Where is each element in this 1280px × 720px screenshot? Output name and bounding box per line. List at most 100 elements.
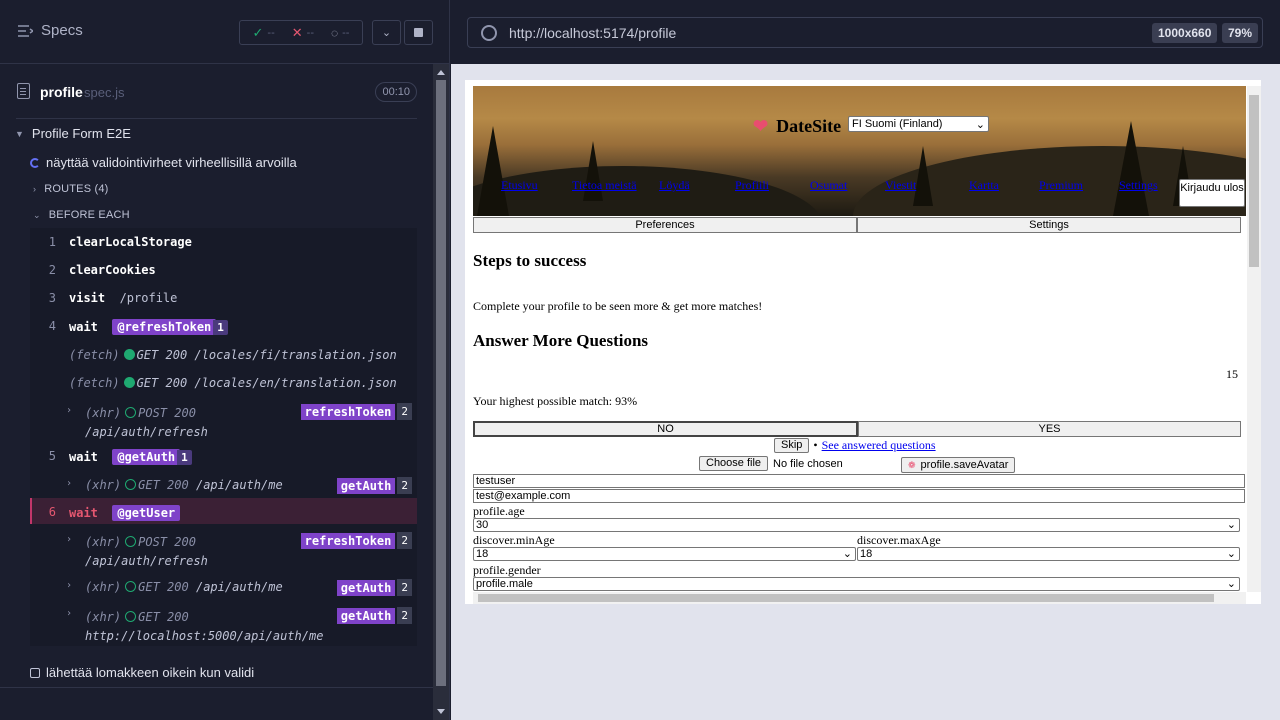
xhr-status-icon bbox=[125, 611, 137, 622]
email-field[interactable]: test@example.com bbox=[473, 489, 1245, 503]
pending-stat: ◌ -- bbox=[331, 25, 350, 40]
options-button[interactable]: ⌄ bbox=[372, 20, 401, 45]
username-field[interactable]: testuser bbox=[473, 474, 1245, 488]
test-pending[interactable]: lähettää lomakkeen oikein kun validi bbox=[30, 665, 254, 680]
alias-badge: @getUser bbox=[112, 505, 181, 521]
tab-settings[interactable]: Settings bbox=[857, 217, 1241, 233]
max-age-select[interactable]: 18 ⌄ bbox=[857, 547, 1240, 561]
chevron-right-icon[interactable]: › bbox=[66, 478, 72, 489]
answered-questions-link[interactable]: See answered questions bbox=[822, 438, 936, 453]
chevron-right-icon: › bbox=[33, 184, 37, 194]
site-logo[interactable]: ❤ DateSite bbox=[753, 116, 841, 137]
before-each-toggle[interactable]: ⌄ BEFORE EACH bbox=[33, 209, 130, 221]
command-row[interactable]: 1 clearLocalStorage bbox=[30, 235, 417, 255]
reporter-scrollbar[interactable] bbox=[433, 64, 449, 720]
page-vscrollbar[interactable] bbox=[1247, 86, 1261, 592]
test-running[interactable]: näyttää validointivirheet virheellisillä… bbox=[30, 155, 297, 170]
app-page: ❤ DateSite FI Suomi (Finland) ⌄ Etusivu T… bbox=[473, 86, 1246, 592]
min-age-select[interactable]: 18 ⌄ bbox=[473, 547, 856, 561]
specs-toggle[interactable]: Specs bbox=[17, 22, 83, 39]
command-row[interactable]: 4 wait @refreshToken 1 bbox=[30, 319, 417, 339]
page-hscrollbar[interactable] bbox=[473, 592, 1246, 604]
chevron-right-icon[interactable]: › bbox=[66, 580, 72, 591]
request-row[interactable]: (xhr) GET 200 /api/auth/me bbox=[85, 580, 283, 594]
question-count: 15 bbox=[1226, 367, 1238, 381]
chevron-right-icon[interactable]: › bbox=[66, 608, 72, 619]
command-log[interactable]: ▼ Profile Form E2E näyttää validointivir… bbox=[0, 120, 433, 688]
url-bar[interactable]: http://localhost:5174/profile 1000x660 7… bbox=[467, 17, 1263, 48]
file-icon bbox=[17, 83, 30, 99]
browser-toolbar: http://localhost:5174/profile 1000x660 7… bbox=[451, 0, 1280, 64]
nav-settings[interactable]: Settings bbox=[1119, 178, 1158, 193]
language-select[interactable]: FI Suomi (Finland) ⌄ bbox=[848, 116, 989, 132]
hero-header: ❤ DateSite FI Suomi (Finland) ⌄ Etusivu T… bbox=[473, 86, 1246, 216]
yes-button[interactable]: YES bbox=[858, 421, 1241, 437]
command-row[interactable]: 6 wait @getUser bbox=[30, 505, 417, 525]
answer-buttons: NO YES bbox=[473, 421, 1241, 437]
stop-icon bbox=[414, 28, 423, 37]
steps-text: Complete your profile to be seen more & … bbox=[473, 299, 763, 313]
nav-viestit[interactable]: Viestit bbox=[885, 178, 916, 193]
chevron-down-icon: ⌄ bbox=[1226, 578, 1236, 590]
stop-button[interactable] bbox=[404, 20, 433, 45]
max-age-label: discover.maxAge bbox=[857, 533, 941, 547]
suite-title[interactable]: ▼ Profile Form E2E bbox=[15, 126, 131, 141]
tab-preferences[interactable]: Preferences bbox=[473, 217, 857, 233]
age-select[interactable]: 30 ⌄ bbox=[473, 518, 1240, 532]
min-age-label: discover.minAge bbox=[473, 533, 555, 547]
nav-premium[interactable]: Premium bbox=[1039, 178, 1083, 193]
save-avatar-button[interactable]: ❁ profile.saveAvatar bbox=[901, 457, 1016, 473]
routes-toggle[interactable]: › ROUTES (4) bbox=[33, 183, 109, 195]
gender-select[interactable]: profile.male ⌄ bbox=[473, 577, 1240, 591]
age-label: profile.age bbox=[473, 504, 525, 518]
avatar-upload: Choose file No file chosen bbox=[699, 456, 843, 471]
request-row[interactable]: (xhr) GET 200 http://localhost:5000/api/au… bbox=[85, 608, 345, 646]
command-row[interactable]: 3 visit /profile bbox=[30, 291, 417, 311]
reporter-panel: Specs ✓ -- ✕ -- ◌ -- ⌄ profile spec.js 00:1… bbox=[0, 0, 450, 720]
failed-stat: ✕ -- bbox=[291, 24, 314, 40]
nav-osumat[interactable]: Osumat bbox=[810, 178, 847, 193]
tree-shape bbox=[1113, 121, 1149, 216]
alias-badge: getAuth 2 bbox=[336, 579, 412, 596]
alias-badge: getAuth 2 bbox=[336, 607, 412, 624]
pending-icon bbox=[30, 667, 40, 678]
chevron-down-icon: ⌄ bbox=[381, 27, 392, 39]
spec-header: profile spec.js 00:10 bbox=[16, 66, 417, 119]
alias-badge: getAuth 2 bbox=[336, 477, 412, 494]
request-row[interactable]: (xhr) GET 200 /api/auth/me bbox=[85, 478, 283, 492]
logout-button[interactable]: Kirjaudu ulos bbox=[1179, 179, 1245, 207]
nav-loyda[interactable]: Löydä bbox=[659, 178, 690, 193]
tree-shape bbox=[477, 126, 509, 216]
skip-row: Skip • See answered questions bbox=[774, 438, 936, 453]
skip-button[interactable]: Skip bbox=[774, 438, 810, 453]
divider bbox=[0, 687, 433, 688]
no-button[interactable]: NO bbox=[473, 421, 858, 437]
zoom-level[interactable]: 79% bbox=[1222, 23, 1259, 43]
request-row[interactable]: (xhr) POST 200/api/auth/refresh bbox=[85, 533, 285, 571]
spec-duration: 00:10 bbox=[375, 82, 417, 102]
nav-kartta[interactable]: Kartta bbox=[969, 178, 999, 193]
xhr-status-icon bbox=[125, 536, 137, 547]
reporter-header: Specs ✓ -- ✕ -- ◌ -- ⌄ bbox=[0, 0, 449, 64]
scroll-up-icon[interactable] bbox=[437, 70, 445, 75]
viewport-size[interactable]: 1000x660 bbox=[1152, 23, 1218, 43]
nav-profiili[interactable]: Profiili bbox=[735, 178, 769, 193]
nav-etusivu[interactable]: Etusivu bbox=[501, 178, 538, 193]
chevron-down-icon: ▼ bbox=[15, 128, 24, 139]
nav-tietoa[interactable]: Tietoa meistä bbox=[572, 178, 637, 193]
tree-shape bbox=[913, 146, 933, 206]
scroll-thumb[interactable] bbox=[478, 594, 1214, 602]
x-icon: ✕ bbox=[291, 24, 303, 40]
request-row[interactable]: (xhr) POST 200/api/auth/refresh bbox=[85, 404, 285, 442]
request-row[interactable]: (fetch) GET 200 /locales/fi/translation.j… bbox=[69, 348, 397, 362]
request-row[interactable]: (fetch) GET 200 /locales/en/translation.j… bbox=[69, 376, 397, 390]
scroll-down-icon[interactable] bbox=[437, 709, 445, 714]
scroll-thumb[interactable] bbox=[1249, 95, 1259, 267]
chevron-right-icon[interactable]: › bbox=[66, 405, 72, 416]
chevron-right-icon[interactable]: › bbox=[66, 534, 72, 545]
command-row[interactable]: 5 wait @getAuth 1 bbox=[30, 449, 417, 469]
globe-icon bbox=[481, 25, 497, 41]
command-row[interactable]: 2 clearCookies bbox=[30, 263, 417, 283]
choose-file-button[interactable]: Choose file bbox=[699, 456, 769, 471]
scroll-thumb[interactable] bbox=[436, 80, 446, 686]
